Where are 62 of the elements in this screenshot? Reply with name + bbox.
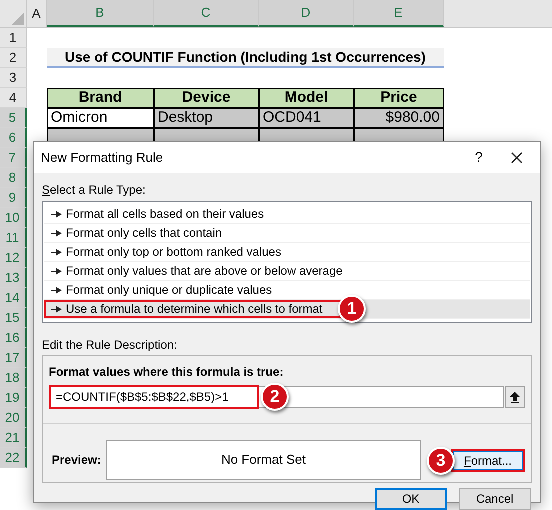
dialog-button[interactable]: Cancel (459, 488, 531, 510)
rule-type-label: Format only values that are above or below average (66, 263, 343, 280)
table-cell: Omicron (47, 108, 154, 128)
row-header[interactable]: 12 (0, 248, 27, 268)
row-header[interactable]: 13 (0, 268, 27, 288)
arrow-icon (51, 248, 62, 256)
row-header[interactable]: 18 (0, 368, 27, 388)
table-header-cell: Price (354, 88, 444, 108)
rule-type-label: Format only cells that contain (66, 225, 222, 242)
row-header[interactable]: 9 (0, 188, 27, 208)
table-cell: OCD041 (259, 108, 354, 128)
arrow-icon (51, 268, 62, 274)
dialog-title: New Formatting Rule (41, 148, 164, 167)
table-cell: $980.00 (354, 108, 444, 128)
arrow-icon (51, 286, 62, 294)
preview-label: Preview: (51, 452, 102, 469)
formula-label: Format values where this formula is true: (49, 364, 285, 381)
row-header[interactable]: 19 (0, 388, 27, 408)
column-header[interactable]: D (259, 0, 354, 27)
preview-box: No Format Set (106, 440, 421, 480)
dialog-button[interactable]: OK (375, 488, 447, 510)
row-header[interactable]: 22 (0, 448, 27, 468)
sheet-title: Use of COUNTIF Function (Including 1st Occurrences) (47, 48, 444, 68)
table-header-cell: Model (259, 88, 354, 108)
rule-type-label: Format only top or bottom ranked values (66, 244, 282, 261)
row-header[interactable]: 20 (0, 408, 27, 428)
row-header[interactable]: 10 (0, 208, 27, 228)
row-header[interactable]: 5 (0, 108, 27, 128)
row-header[interactable]: 7 (0, 148, 27, 168)
column-header[interactable]: E (354, 0, 444, 27)
table-header-cell: Brand (47, 88, 154, 108)
format-button[interactable]: Format... (453, 450, 523, 470)
help-button[interactable]: ? (464, 146, 494, 170)
row-header[interactable]: 6 (0, 128, 27, 148)
callout-badge: 3 (427, 447, 455, 475)
section-label: Select a Rule Type: (42, 182, 147, 199)
row-header[interactable]: 17 (0, 348, 27, 368)
row-header[interactable]: 14 (0, 288, 27, 308)
rule-type-label: Format all cells based on their values (66, 206, 264, 223)
column-header[interactable]: C (154, 0, 259, 27)
row-header[interactable]: 2 (0, 48, 27, 68)
row-header[interactable]: 4 (0, 88, 27, 108)
arrow-icon (51, 306, 62, 312)
up-arrow-icon (510, 392, 520, 402)
arrow-icon (51, 230, 62, 236)
row-header[interactable]: 15 (0, 308, 27, 328)
callout-badge: 2 (261, 383, 289, 411)
row-header[interactable]: 3 (0, 68, 27, 88)
column-header[interactable]: B (47, 0, 154, 27)
rule-type-label: Use a formula to determine which cells to format (66, 301, 323, 318)
row-header[interactable]: 21 (0, 428, 27, 448)
row-header[interactable]: 8 (0, 168, 27, 188)
row-header[interactable]: 1 (0, 28, 27, 48)
arrow-icon (51, 210, 62, 218)
rule-type-label: Format only unique or duplicate values (66, 282, 272, 299)
row-header[interactable]: 16 (0, 328, 27, 348)
table-header-cell: Device (154, 88, 259, 108)
section-label: Edit the Rule Description: (42, 337, 178, 354)
table-cell: Desktop (154, 108, 259, 128)
collapse-button[interactable] (505, 386, 525, 408)
row-header[interactable]: 11 (0, 228, 27, 248)
close-icon (511, 152, 523, 164)
